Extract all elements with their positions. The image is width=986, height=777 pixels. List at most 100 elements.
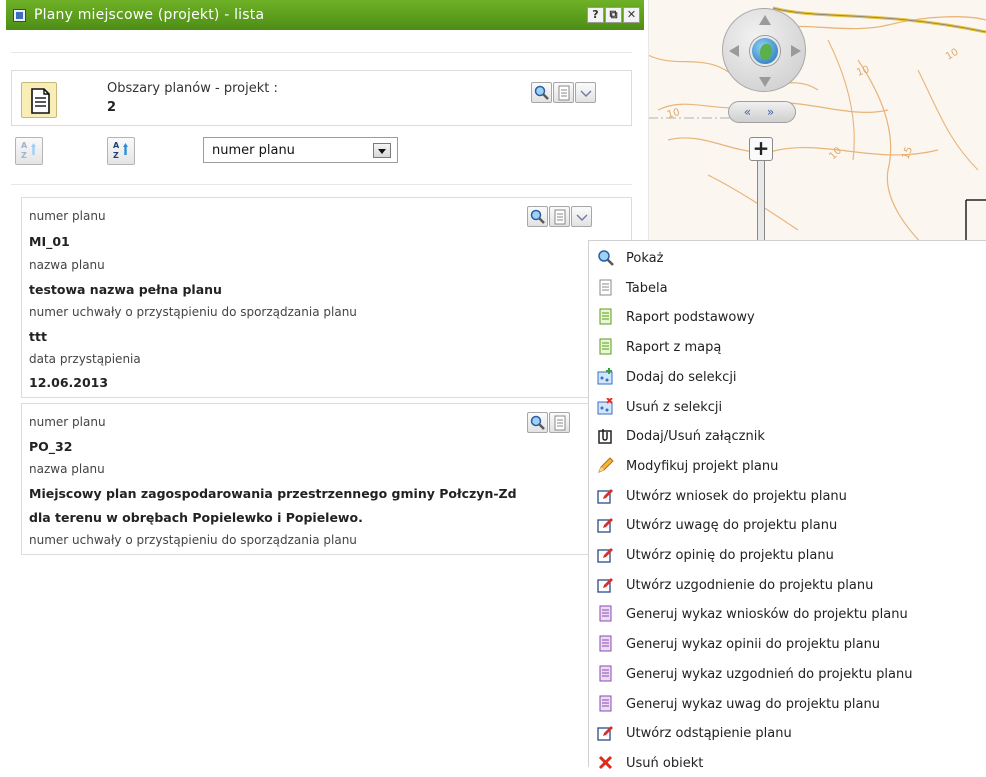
window-title: Plany miejscowe (projekt) - lista xyxy=(34,7,265,23)
context-menu-item-label: Generuj wykaz uzgodnień do projektu plan… xyxy=(626,666,913,682)
field-label: nazwa planu xyxy=(29,462,105,476)
table-doc-icon xyxy=(558,85,570,101)
context-menu-item[interactable]: Dodaj do selekcji xyxy=(597,363,986,391)
help-button[interactable]: ? xyxy=(587,7,604,23)
pencil-icon xyxy=(598,457,614,473)
field-label: numer uchwały o przystąpieniu do sporząd… xyxy=(29,533,357,547)
context-menu-item[interactable]: Raport z mapą xyxy=(597,333,986,361)
delete-x-icon xyxy=(598,755,613,769)
field-value: Miejscowy plan zagospodarowania przestrz… xyxy=(29,486,517,501)
summary-label: Obszary planów - projekt : xyxy=(107,81,278,96)
record-table-button[interactable] xyxy=(549,206,570,227)
field-label: numer uchwały o przystąpieniu do sporząd… xyxy=(29,305,357,319)
list-doc-icon xyxy=(599,635,612,652)
magnifier-icon xyxy=(530,415,545,430)
context-menu-item[interactable]: Usuń z selekcji xyxy=(597,393,986,421)
list-doc-icon xyxy=(599,695,612,711)
sort-field-select[interactable]: numer planu xyxy=(203,137,398,163)
summary-count: 2 xyxy=(107,100,117,115)
sort-za-icon: AZ xyxy=(113,141,128,160)
context-menu-item[interactable]: Utwórz wniosek do projektu planu xyxy=(597,482,986,510)
field-label: numer planu xyxy=(29,209,106,223)
context-menu-item[interactable]: Utwórz opinię do projektu planu xyxy=(597,541,986,569)
svg-text:10: 10 xyxy=(666,107,681,121)
magnifier-icon xyxy=(598,250,614,266)
context-menu-item[interactable]: Raport podstawowy xyxy=(597,303,986,331)
context-menu-item-label: Utwórz uwagę do projektu planu xyxy=(626,518,838,534)
record-menu-button[interactable] xyxy=(571,206,592,227)
context-menu-item-label: Utwórz wniosek do projektu planu xyxy=(626,488,847,504)
context-menu-item[interactable]: Generuj wykaz uwag do projektu planu xyxy=(597,690,986,718)
divider xyxy=(11,52,632,53)
record-table-button[interactable] xyxy=(549,412,570,433)
record-card[interactable]: numer planu MI_01 nazwa planu testowa na… xyxy=(21,197,632,398)
svg-text:10: 10 xyxy=(944,47,961,63)
add-selection-icon xyxy=(597,367,613,385)
sort-descending-button[interactable]: AZ xyxy=(107,137,135,165)
context-menu-item[interactable]: Utwórz uzgodnienie do projektu planu xyxy=(597,571,986,599)
record-card[interactable]: numer planu PO_32 nazwa planu Miejscowy … xyxy=(21,403,632,555)
magnifier-icon xyxy=(530,209,545,224)
remove-selection-icon xyxy=(597,397,613,414)
list-doc-icon xyxy=(599,665,612,682)
globe-icon[interactable] xyxy=(750,36,780,66)
context-menu-item-label: Generuj wykaz opinii do projektu planu xyxy=(626,637,881,653)
chevron-down-icon xyxy=(576,214,588,221)
sort-field-value: numer planu xyxy=(212,143,295,158)
field-value: PO_32 xyxy=(29,439,73,454)
context-menu-item[interactable]: Usuń obiekt xyxy=(597,749,986,777)
map-scroll-control[interactable]: « » xyxy=(728,101,796,123)
context-menu-item-label: Dodaj/Usuń załącznik xyxy=(626,429,765,445)
summary-box: Obszary planów - projekt : 2 xyxy=(11,70,632,126)
table-button[interactable] xyxy=(553,82,574,103)
svg-text:15: 15 xyxy=(900,145,915,161)
context-menu-item-label: Generuj wykaz wniosków do projektu planu xyxy=(626,607,908,623)
restore-button[interactable]: ⧉ xyxy=(605,7,622,23)
field-label: data przystąpienia xyxy=(29,352,141,366)
edit-form-icon xyxy=(597,577,613,593)
context-menu-item[interactable]: Generuj wykaz wniosków do projektu planu xyxy=(597,600,986,628)
chevron-down-icon xyxy=(580,90,592,97)
context-menu-item-label: Usuń z selekcji xyxy=(626,399,723,415)
table-doc-icon xyxy=(554,415,566,431)
plans-list-panel: Plany miejscowe (projekt) - lista ? ⧉ ✕ … xyxy=(0,0,648,767)
context-menu-item[interactable]: Pokaż xyxy=(597,244,986,272)
context-menu-item[interactable]: Modyfikuj projekt planu xyxy=(597,452,986,480)
svg-text:A: A xyxy=(21,141,28,150)
field-value: 12.06.2013 xyxy=(29,375,109,390)
record-context-menu: Pokaż Tabela Raport podstawowy Raport z map… xyxy=(588,240,986,771)
dropdown-arrow-icon[interactable] xyxy=(373,143,391,158)
context-menu-item[interactable]: Tabela xyxy=(597,274,986,302)
context-menu-item[interactable]: Generuj wykaz opinii do projektu planu xyxy=(597,630,986,658)
zoom-in-button[interactable]: + xyxy=(749,137,773,161)
show-record-button[interactable] xyxy=(527,206,548,227)
edit-form-icon xyxy=(597,726,613,741)
document-list-button[interactable] xyxy=(21,82,57,118)
context-menu-item-label: Utwórz odstąpienie planu xyxy=(626,726,792,742)
context-menu-item-label: Tabela xyxy=(626,280,668,296)
context-menu-item-label: Utwórz opinię do projektu planu xyxy=(626,548,834,563)
context-menu-item-label: Raport podstawowy xyxy=(626,310,755,326)
context-menu-item-label: Pokaż xyxy=(626,251,664,266)
record-toolbar xyxy=(527,412,570,433)
sort-ascending-button[interactable]: AZ xyxy=(15,137,43,165)
close-button[interactable]: ✕ xyxy=(623,7,640,23)
show-all-button[interactable] xyxy=(531,82,552,103)
context-menu-item[interactable]: Utwórz uwagę do projektu planu xyxy=(597,511,986,539)
summary-toolbar xyxy=(531,82,596,103)
window-titlebar[interactable]: Plany miejscowe (projekt) - lista ? ⧉ ✕ xyxy=(6,0,644,30)
map-pan-control[interactable] xyxy=(722,8,806,92)
field-value: ttt xyxy=(29,329,47,344)
show-record-button[interactable] xyxy=(527,412,548,433)
zoom-slider[interactable] xyxy=(757,161,765,251)
summary-menu-button[interactable] xyxy=(575,82,596,103)
context-menu-item-label: Dodaj do selekcji xyxy=(626,369,737,385)
context-menu-item-label: Usuń obiekt xyxy=(626,755,704,771)
svg-text:Z: Z xyxy=(113,151,119,160)
context-menu-item[interactable]: Dodaj/Usuń załącznik xyxy=(597,422,986,450)
edit-form-icon xyxy=(597,518,613,533)
context-menu-item[interactable]: Generuj wykaz uzgodnień do projektu plan… xyxy=(597,660,986,688)
context-menu-item[interactable]: Utwórz odstąpienie planu xyxy=(597,719,986,747)
context-menu-item-label: Modyfikuj projekt planu xyxy=(626,458,779,474)
divider xyxy=(11,184,632,185)
